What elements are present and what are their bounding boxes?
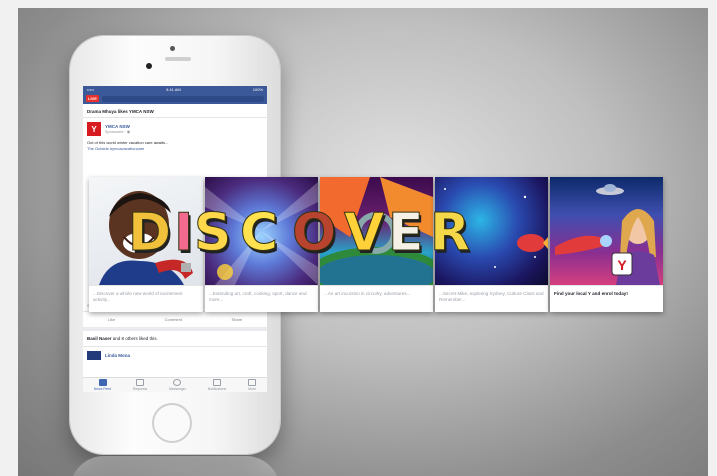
carousel-card-1[interactable]: ...Discover a whole new world of excitem… bbox=[89, 177, 203, 312]
tab-messenger[interactable]: Messenger bbox=[169, 379, 186, 391]
status-time: 9:41 AM bbox=[166, 87, 181, 92]
next-story-author[interactable]: Linda Mona bbox=[83, 347, 267, 364]
card-caption: Find your local Y and enrol today! bbox=[550, 285, 663, 312]
carrier-signal: ••••• bbox=[87, 87, 95, 92]
home-icon bbox=[98, 379, 107, 386]
card-image bbox=[435, 177, 548, 285]
carousel-card-2[interactable]: ...Extending art, craft, cooking, sport,… bbox=[205, 177, 318, 312]
ymca-logo[interactable]: Y bbox=[87, 122, 101, 136]
card-caption: ...Secret Mike, exploring Sydney, Cultur… bbox=[435, 285, 548, 312]
card-caption: ...Discover a whole new world of excitem… bbox=[89, 285, 203, 312]
messenger-icon bbox=[173, 379, 182, 386]
next-page-name[interactable]: Linda Mona bbox=[105, 353, 130, 358]
carousel-card-5[interactable]: Y Find your local Y and enrol today! bbox=[550, 177, 663, 312]
carousel-card-3[interactable]: ...An art incursion in circuitry, advent… bbox=[320, 177, 433, 312]
phone-reflection bbox=[70, 456, 280, 476]
tab-label: Messenger bbox=[169, 387, 186, 391]
post-body: Out of this world winter vacation care a… bbox=[83, 138, 267, 151]
story-actor[interactable]: Basil Naser bbox=[87, 336, 112, 341]
boy-photo bbox=[89, 177, 203, 285]
tab-label: Requests bbox=[132, 387, 148, 391]
card-image bbox=[205, 177, 318, 285]
card-image bbox=[320, 177, 433, 285]
backdrop: ••••• 9:41 AM 100% LIVE Drama Mhuya like… bbox=[18, 8, 708, 476]
card-caption: ...Extending art, craft, cooking, sport,… bbox=[205, 285, 318, 312]
starburst-bg bbox=[205, 182, 318, 285]
friends-icon bbox=[136, 379, 145, 386]
ad-carousel: ...Discover a whole new world of excitem… bbox=[89, 177, 663, 312]
bottom-tab-bar: News Feed Requests Messenger Notificatio… bbox=[83, 377, 267, 392]
sponsored-label: Sponsored · ◉ bbox=[105, 130, 131, 134]
front-camera bbox=[146, 63, 152, 69]
tab-label: More bbox=[248, 387, 256, 391]
share-button[interactable]: Share bbox=[232, 317, 243, 322]
like-button[interactable]: Like bbox=[108, 317, 115, 322]
card-caption: ...An art incursion in circuitry, advent… bbox=[320, 285, 433, 312]
next-story-context: Basil Naser and 8 others liked this. bbox=[83, 331, 267, 347]
live-button[interactable]: LIVE bbox=[86, 95, 99, 102]
boy-illustration bbox=[99, 191, 193, 285]
menu-icon bbox=[248, 379, 257, 386]
bell-icon bbox=[212, 379, 221, 386]
sensor bbox=[170, 46, 175, 51]
status-bar: ••••• 9:41 AM 100% bbox=[83, 86, 267, 93]
tab-more[interactable]: More bbox=[248, 379, 257, 391]
tab-requests[interactable]: Requests bbox=[133, 379, 147, 391]
space-scene bbox=[444, 188, 548, 268]
battery-level: 100% bbox=[252, 87, 263, 92]
post-context: Drama Mhuya likes YMCA NSW bbox=[83, 104, 267, 118]
home-button[interactable] bbox=[152, 403, 192, 443]
post-author-row: Y YMCA NSW Sponsored · ◉ bbox=[83, 118, 267, 138]
girl-rocket-scene: Y bbox=[555, 184, 660, 285]
tab-label: News Feed bbox=[93, 387, 112, 391]
facebook-top-bar: LIVE bbox=[83, 93, 267, 104]
svg-text:Y: Y bbox=[617, 257, 627, 273]
comment-button[interactable]: Comment bbox=[165, 317, 182, 322]
tab-label: Notifications bbox=[207, 387, 227, 391]
tab-notifications[interactable]: Notifications bbox=[208, 379, 226, 391]
next-page-logo bbox=[87, 351, 101, 360]
carousel-card-4[interactable]: ...Secret Mike, exploring Sydney, Cultur… bbox=[435, 177, 548, 312]
earpiece-speaker bbox=[165, 57, 191, 61]
story-text: and 8 others liked this. bbox=[112, 336, 158, 341]
card-image: Y bbox=[550, 177, 663, 285]
post-actions: Like Comment Share bbox=[83, 312, 267, 331]
planet-scene bbox=[320, 177, 433, 285]
search-input[interactable] bbox=[101, 95, 264, 102]
tab-news-feed[interactable]: News Feed bbox=[94, 379, 111, 391]
